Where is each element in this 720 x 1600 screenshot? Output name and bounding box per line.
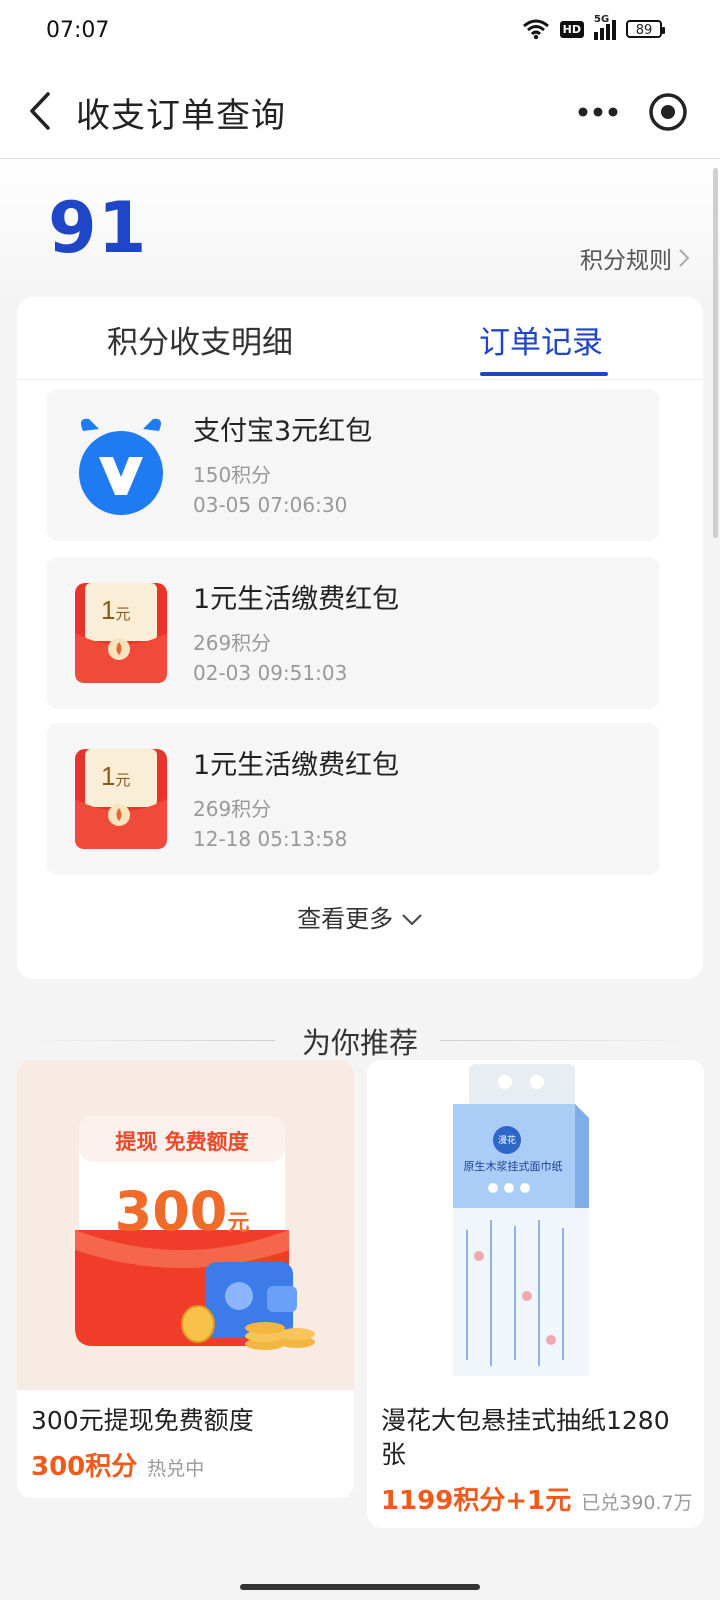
- order-points: 269积分: [193, 631, 272, 655]
- more-dots-icon: [578, 107, 618, 117]
- back-button[interactable]: [22, 86, 62, 136]
- active-tab-indicator: [480, 372, 608, 376]
- product-card[interactable]: 漫花 原生木浆挂式面巾纸 漫花大包悬挂式抽纸1280张 1199积分+1元 已兑3…: [367, 1060, 704, 1528]
- more-button[interactable]: [574, 88, 622, 136]
- order-item[interactable]: 1元 1元生活缴费红包 269积分 12-18 05:13:58: [47, 723, 659, 875]
- order-date: 02-03 09:51:03: [193, 661, 348, 685]
- status-icons: HD 5G 89: [522, 14, 665, 40]
- order-date: 12-18 05:13:58: [193, 827, 348, 851]
- tab-bar: 积分收支明细 订单记录: [17, 297, 703, 380]
- product-price-row: 1199积分+1元 已兑390.7万: [381, 1480, 693, 1517]
- target-circle-icon: [649, 93, 687, 131]
- red-envelope-icon: 1元: [71, 747, 171, 851]
- recommend-title: 为你推荐: [301, 1026, 418, 1060]
- product-name: 漫花大包悬挂式抽纸1280张: [381, 1406, 670, 1469]
- chevron-down-icon: [402, 914, 422, 926]
- points-header: 91 积分规则: [0, 159, 720, 299]
- voucher-banner: 提现 免费额度: [115, 1130, 249, 1154]
- product-status: 热兑中: [147, 1458, 205, 1480]
- signal-icon: 5G: [594, 14, 616, 40]
- product-price: 300积分: [31, 1452, 138, 1482]
- order-points: 150积分: [193, 463, 272, 487]
- hd-badge: HD: [559, 20, 584, 38]
- divider-line: [440, 1040, 700, 1041]
- envelope-amount-number: 1: [101, 595, 116, 625]
- points-balance: 91: [48, 187, 148, 269]
- tab-points-detail[interactable]: 积分收支明细: [107, 317, 293, 362]
- tissue-brand: 漫花: [497, 1136, 516, 1146]
- alipay-v-icon: [71, 413, 171, 517]
- product-price: 1199积分+1元: [381, 1486, 572, 1516]
- chevron-right-icon: [679, 249, 690, 267]
- envelope-amount-number: 1: [101, 761, 116, 791]
- order-points: 269积分: [193, 797, 272, 821]
- order-name: 1元生活缴费红包: [193, 584, 400, 615]
- nav-bar: 收支订单查询: [0, 64, 720, 159]
- voucher-amount-number: 300: [114, 1180, 228, 1243]
- tissue-caption: 原生木浆挂式面巾纸: [463, 1160, 563, 1173]
- tissue-pack-illustration: [453, 1064, 589, 1376]
- page-title: 收支订单查询: [76, 96, 286, 136]
- points-rules-label: 积分规则: [580, 248, 672, 274]
- order-date: 03-05 07:06:30: [193, 493, 348, 517]
- home-indicator[interactable]: [240, 1584, 480, 1590]
- voucher-amount: 300元: [79, 1180, 285, 1243]
- product-card[interactable]: 提现 免费额度 300元 300元提现免费额度 300积分 热兑中: [17, 1060, 354, 1498]
- see-more-label: 查看更多: [297, 905, 394, 933]
- status-bar: 07:07 HD 5G 89: [0, 0, 720, 64]
- wifi-icon: [522, 19, 549, 40]
- recommend-heading: 为你推荐: [0, 1020, 720, 1064]
- envelope-amount: 1元: [101, 595, 130, 626]
- status-time: 07:07: [46, 18, 110, 43]
- records-card: 积分收支明细 订单记录 支付宝3元红包 150积分 03-05 07:06:30: [17, 297, 703, 979]
- scrollbar[interactable]: [713, 168, 718, 538]
- product-name: 300元提现免费额度: [31, 1406, 254, 1435]
- network-type: 5G: [594, 14, 610, 25]
- order-name: 支付宝3元红包: [193, 416, 373, 447]
- close-miniapp-button[interactable]: [644, 88, 692, 136]
- order-name: 1元生活缴费红包: [193, 750, 400, 781]
- chevron-left-icon: [30, 92, 50, 130]
- product-image: 漫花 原生木浆挂式面巾纸: [367, 1060, 704, 1390]
- envelope-amount-unit: 元: [115, 606, 131, 623]
- product-price-row: 300积分 热兑中: [31, 1446, 204, 1483]
- envelope-amount: 1元: [101, 761, 130, 792]
- tab-order-records[interactable]: 订单记录: [479, 317, 603, 362]
- product-sold-count: 已兑390.7万: [581, 1492, 693, 1514]
- points-rules-link[interactable]: 积分规则: [580, 241, 690, 275]
- battery-icon: 89: [626, 20, 665, 38]
- order-item[interactable]: 支付宝3元红包 150积分 03-05 07:06:30: [47, 389, 659, 541]
- see-more-button[interactable]: 查看更多: [17, 899, 703, 934]
- voucher-amount-unit: 元: [227, 1211, 250, 1236]
- order-item[interactable]: 1元 1元生活缴费红包 269积分 02-03 09:51:03: [47, 557, 659, 709]
- red-envelope-icon: 1元: [71, 581, 171, 685]
- product-image: 提现 免费额度 300元: [17, 1060, 354, 1390]
- envelope-amount-unit: 元: [115, 772, 131, 789]
